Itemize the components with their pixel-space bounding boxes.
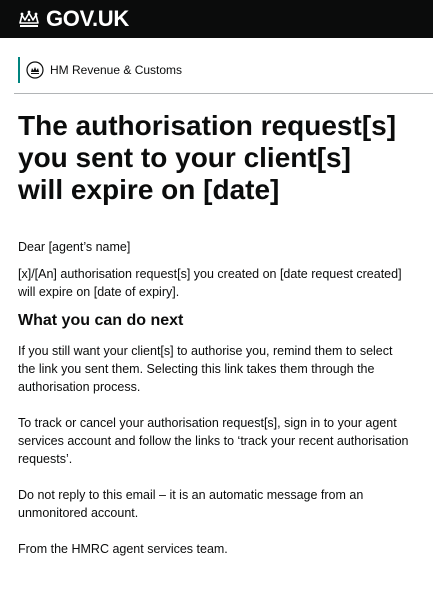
email-body: The authorisation request[s] you sent to… <box>18 110 413 558</box>
next-steps-heading: What you can do next <box>18 312 184 329</box>
email-page: GOV.UK HM Revenue & Customs The authoris… <box>0 0 433 615</box>
greeting: Dear [agent’s name] <box>18 240 131 254</box>
next-steps-paragraph: If you still want your client[s] to auth… <box>18 344 393 394</box>
govuk-header: GOV.UK <box>0 0 433 38</box>
signoff: From the HMRC agent services team. <box>18 542 228 556</box>
intro-paragraph: [x]/[An] authorisation request[s] you cr… <box>18 267 402 299</box>
crown-icon <box>19 10 39 27</box>
no-reply-paragraph: Do not reply to this email – it is an au… <box>18 488 364 520</box>
track-requests-paragraph: To track or cancel your authorisation re… <box>18 416 409 466</box>
govuk-logo-text[interactable]: GOV.UK <box>46 8 129 30</box>
department-name: HM Revenue & Customs <box>50 63 183 77</box>
department-banner: HM Revenue & Customs <box>18 57 182 83</box>
header-divider <box>14 93 433 94</box>
hmrc-crest-icon <box>26 61 44 79</box>
email-title: The authorisation request[s] you sent to… <box>18 110 397 205</box>
